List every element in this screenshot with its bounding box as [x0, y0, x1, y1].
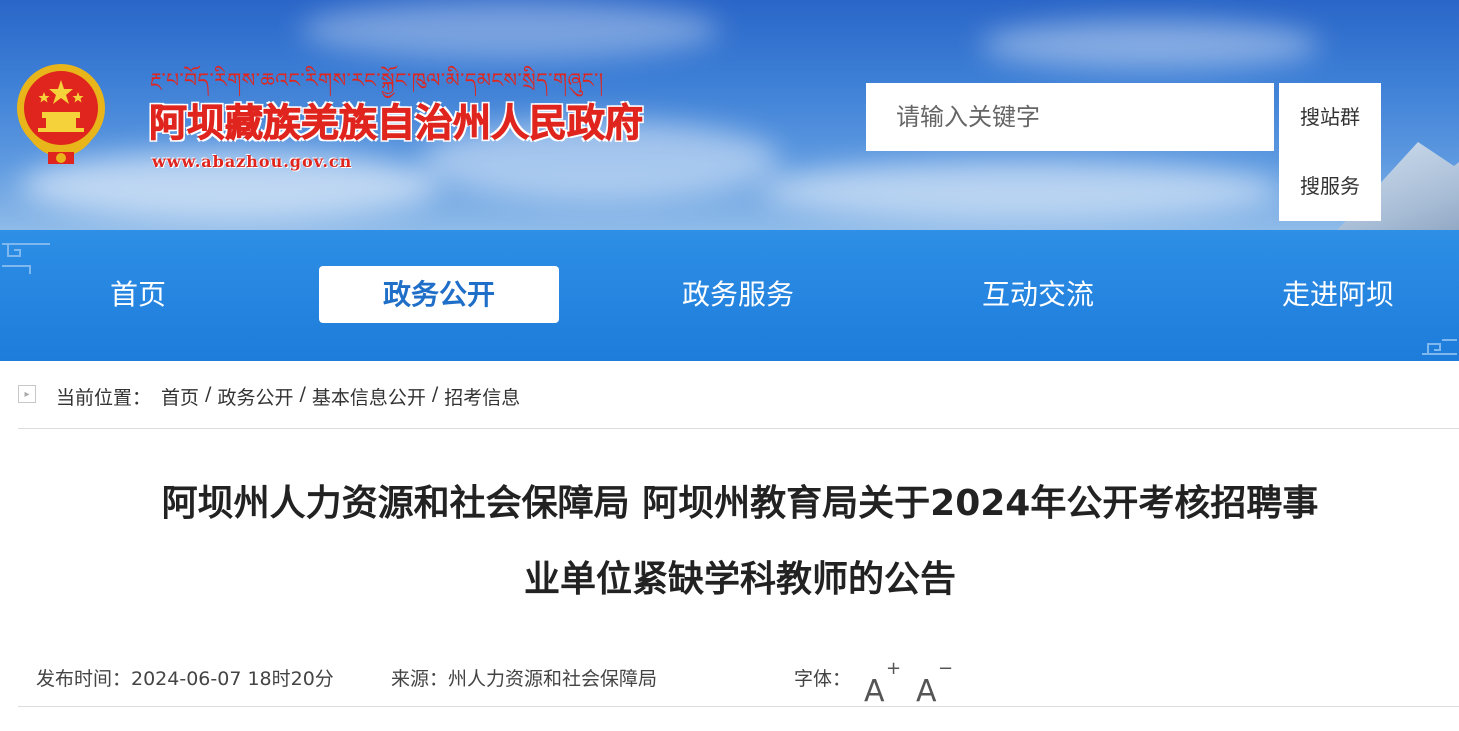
font-increase-glyph: A	[864, 674, 885, 709]
article-title: 阿坝州人力资源和社会保障局 阿坝州教育局关于2024年公开考核招聘事 业单位紧缺…	[60, 466, 1420, 618]
search-sites-button[interactable]: 搜站群	[1279, 83, 1381, 152]
nav-home[interactable]: 首页	[18, 266, 258, 323]
minus-icon: −	[938, 658, 954, 679]
breadcrumb-separator: /	[205, 383, 212, 405]
article-source: 来源：州人力资源和社会保障局	[391, 668, 658, 690]
breadcrumb-separator: /	[431, 383, 439, 405]
pattern-decoration	[1422, 339, 1457, 355]
publish-time: 发布时间：2024-06-07 18时20分	[36, 668, 334, 690]
nav-government-services[interactable]: 政务服务	[618, 266, 858, 323]
nav-interaction[interactable]: 互动交流	[918, 266, 1158, 323]
header-banner: རྔ་པ་བོད་རིགས་ཆའང་རིགས་རང་སྐྱོང་ཁུལ་མི་ད…	[0, 0, 1459, 230]
breadcrumb-basic-info[interactable]: 基本信息公开	[312, 383, 426, 410]
article-title-line1: 阿坝州人力资源和社会保障局 阿坝州教育局关于2024年公开考核招聘事	[161, 483, 1319, 524]
search-input[interactable]	[896, 103, 1256, 131]
article-meta: 发布时间：2024-06-07 18时20分 来源：州人力资源和社会保障局 字体…	[18, 650, 1459, 709]
cloud-decoration	[760, 160, 1280, 220]
plus-icon: +	[886, 658, 902, 679]
article-title-line2: 业单位紧缺学科教师的公告	[523, 559, 956, 600]
cloud-decoration	[300, 0, 720, 60]
search-box	[866, 83, 1274, 151]
nav-about-aba[interactable]: 走进阿坝	[1218, 266, 1458, 323]
breadcrumb: ▸ 当前位置： 首页 / 政务公开 / 基本信息公开 / 招考信息	[18, 377, 1459, 429]
search-options: 搜站群 搜服务	[1279, 83, 1381, 221]
breadcrumb-separator: /	[299, 383, 306, 405]
national-emblem-icon[interactable]	[10, 58, 112, 168]
font-size-label: 字体：	[794, 668, 852, 690]
nav-government-affairs[interactable]: 政务公开	[319, 266, 559, 323]
main-nav: 首页 政务公开 政务服务 互动交流 走进阿坝	[0, 230, 1459, 361]
breadcrumb-label: 当前位置：	[56, 387, 152, 409]
site-url: www.abazhou.gov.cn	[152, 152, 353, 171]
font-decrease-glyph: A	[916, 674, 937, 709]
cloud-decoration	[980, 20, 1320, 70]
location-icon: ▸	[18, 385, 36, 403]
site-title[interactable]: 阿坝藏族羌族自治州人民政府	[148, 92, 643, 147]
search-services-button[interactable]: 搜服务	[1279, 152, 1381, 221]
breadcrumb-home[interactable]: 首页	[161, 383, 199, 410]
breadcrumb-recruitment[interactable]: 招考信息	[444, 383, 520, 410]
breadcrumb-government-affairs[interactable]: 政务公开	[217, 383, 293, 410]
